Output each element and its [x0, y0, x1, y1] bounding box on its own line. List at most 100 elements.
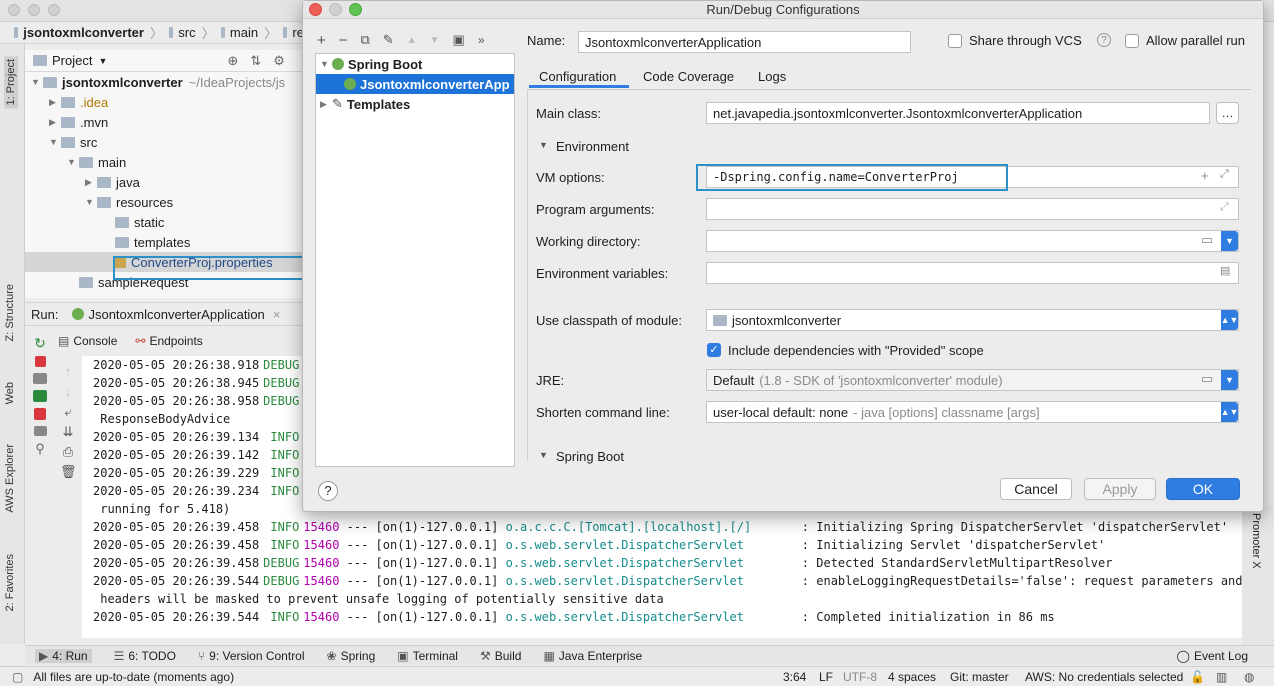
share-vcs-checkbox[interactable]	[948, 34, 962, 48]
add-icon[interactable]: +	[317, 32, 326, 49]
main-class-input[interactable]: net.javapedia.jsontoxmlconverter.Jsontox…	[706, 102, 1210, 124]
bottom-tab[interactable]: ❀ Spring	[327, 649, 376, 663]
scroll-to-end-icon[interactable]: ⇊	[60, 424, 76, 439]
tab-logs[interactable]: Logs	[758, 66, 786, 88]
caret-position[interactable]: 3:64	[783, 670, 806, 684]
bottom-tab[interactable]: ▶ 4: Run	[35, 648, 92, 663]
ok-button[interactable]: OK	[1166, 478, 1240, 500]
project-tree-item[interactable]: ▶ .mvn	[25, 112, 315, 132]
print-icon[interactable]: ⎙	[60, 444, 76, 459]
chevron-right-icon[interactable]: ▶	[49, 97, 61, 108]
tool-tab-web[interactable]: Web	[4, 382, 16, 404]
trash-icon[interactable]: 🗑	[60, 464, 77, 479]
main-class-browse-button[interactable]: …	[1216, 102, 1239, 124]
exit-icon[interactable]	[34, 408, 46, 420]
tree-item-spring-boot[interactable]: ▼ Spring Boot	[316, 54, 514, 74]
close-icon[interactable]: ×	[273, 307, 281, 322]
wrench-icon[interactable]: ✎	[383, 32, 394, 48]
program-arguments-input[interactable]	[706, 198, 1239, 220]
chevron-right-icon[interactable]: ▶	[49, 117, 61, 128]
bottom-tab[interactable]: ▣ Terminal	[397, 649, 458, 663]
chevron-down-icon[interactable]: ▼	[31, 77, 43, 87]
window-close-button[interactable]	[8, 4, 20, 16]
collapse-icon[interactable]: ⇅	[250, 53, 261, 69]
folder-add-icon[interactable]: ▣	[453, 32, 465, 48]
git-branch[interactable]: Git: master	[950, 670, 1009, 684]
debug-icon[interactable]	[33, 390, 47, 402]
edit-list-icon[interactable]: ▤	[1220, 264, 1230, 277]
file-encoding[interactable]: UTF-8	[843, 670, 877, 684]
bottom-tab[interactable]: ▦ Java Enterprise	[543, 649, 642, 663]
tree-item-templates[interactable]: ▶ ✎ Templates	[316, 94, 514, 114]
copy-icon[interactable]: ⧉	[361, 32, 370, 48]
tool-tab-promoter-x[interactable]: Promoter X	[1250, 513, 1262, 569]
working-directory-input[interactable]: ▼	[706, 230, 1239, 252]
camera-icon[interactable]	[33, 373, 47, 384]
project-tree-item[interactable]: static	[25, 212, 315, 232]
move-up-icon[interactable]: ▲	[407, 35, 417, 46]
apply-button[interactable]: Apply	[1084, 478, 1156, 500]
tab-configuration[interactable]: Configuration	[529, 66, 629, 88]
expand-plus-icon[interactable]: +	[1201, 168, 1209, 183]
environment-variables-input[interactable]	[706, 262, 1239, 284]
classpath-module-select[interactable]: jsontoxmlconverter ▲▼	[706, 309, 1239, 331]
window-zoom-button[interactable]	[48, 4, 60, 16]
help-icon[interactable]: ?	[1097, 33, 1111, 47]
breadcrumb-project[interactable]: jsontoxmlconverter	[23, 25, 144, 40]
name-input[interactable]: JsontoxmlconverterApplication	[578, 31, 911, 53]
tool-tab-project[interactable]: 1: Project	[4, 56, 18, 109]
chevron-down-icon[interactable]: ▼	[49, 137, 61, 147]
chevron-down-icon[interactable]: ▼	[539, 450, 548, 460]
chevron-down-icon[interactable]: ▼	[67, 157, 79, 167]
spring-boot-section-label[interactable]: Spring Boot	[556, 449, 624, 464]
line-separator[interactable]: LF	[819, 670, 833, 684]
tool-tab-aws-explorer[interactable]: AWS Explorer	[4, 444, 16, 513]
lock-icon[interactable]: 🔓	[1190, 670, 1205, 684]
memory-icon[interactable]: ▥	[1216, 670, 1227, 684]
arrow-up-icon[interactable]: ↑	[60, 364, 76, 379]
chevron-down-icon[interactable]: ▼	[1221, 370, 1238, 390]
dialog-zoom-button[interactable]	[349, 3, 362, 16]
chevron-down-icon[interactable]: ▲▼	[1221, 310, 1238, 330]
chevron-down-icon[interactable]: ▼	[320, 59, 332, 69]
project-tree-item[interactable]: ▼ jsontoxmlconverter ~/IdeaProjects/js	[25, 72, 315, 92]
project-tree-item[interactable]: ▶ .idea	[25, 92, 315, 112]
dialog-minimize-button[interactable]	[329, 3, 342, 16]
expand-field-icon[interactable]: ⤢	[1220, 201, 1229, 214]
stop-icon[interactable]	[34, 356, 46, 367]
expand-field-icon[interactable]: ⤢	[1220, 168, 1229, 181]
chevron-right-icon[interactable]: ▶	[85, 177, 97, 188]
rerun-icon[interactable]: ↻	[32, 336, 48, 350]
environment-section-label[interactable]: Environment	[556, 139, 629, 154]
layout-icon[interactable]	[33, 426, 47, 436]
move-down-icon[interactable]: ▼	[430, 35, 440, 46]
chevron-right-icon[interactable]: ▶	[320, 99, 332, 110]
run-config-tab[interactable]: JsontoxmlconverterApplication	[88, 307, 264, 322]
project-view-selector[interactable]: Project	[52, 53, 92, 68]
project-tree-item[interactable]: ▼ resources	[25, 192, 315, 212]
breadcrumb-main[interactable]: main	[230, 25, 258, 40]
event-log-tab[interactable]: Event Log	[1194, 649, 1248, 663]
project-tree-item[interactable]: ▶ java	[25, 172, 315, 192]
status-toggle-icon[interactable]: ▢	[12, 670, 23, 684]
include-provided-checkbox[interactable]: ✓	[707, 343, 721, 357]
aws-credentials[interactable]: AWS: No credentials selected	[1025, 670, 1183, 684]
bottom-tab[interactable]: ⑂ 9: Version Control	[198, 649, 305, 663]
chevron-down-icon[interactable]: ▼	[1221, 231, 1238, 251]
soft-wrap-icon[interactable]: ⤶	[60, 404, 76, 419]
folder-icon[interactable]: ▭	[1201, 371, 1213, 387]
notifications-icon[interactable]: ◍	[1244, 670, 1254, 684]
folder-icon[interactable]: ▭	[1201, 232, 1213, 248]
tool-tab-structure[interactable]: Z: Structure	[4, 284, 16, 341]
shorten-command-line-select[interactable]: user-local default: none - java [options…	[706, 401, 1239, 423]
chevron-down-icon[interactable]: ▼	[98, 56, 107, 66]
bottom-tab[interactable]: ⚒ Build	[480, 649, 521, 663]
indent-setting[interactable]: 4 spaces	[888, 670, 936, 684]
project-tree-item[interactable]: ▼ src	[25, 132, 315, 152]
chevron-down-icon[interactable]: ▼	[85, 197, 97, 207]
jre-select[interactable]: Default (1.8 - SDK of 'jsontoxmlconverte…	[706, 369, 1239, 391]
tool-tab-favorites[interactable]: 2: Favorites	[4, 554, 16, 611]
tree-item-application[interactable]: JsontoxmlconverterApp	[316, 74, 514, 94]
bottom-tab[interactable]: ☰ 6: TODO	[114, 649, 176, 663]
help-button[interactable]: ?	[318, 481, 338, 501]
